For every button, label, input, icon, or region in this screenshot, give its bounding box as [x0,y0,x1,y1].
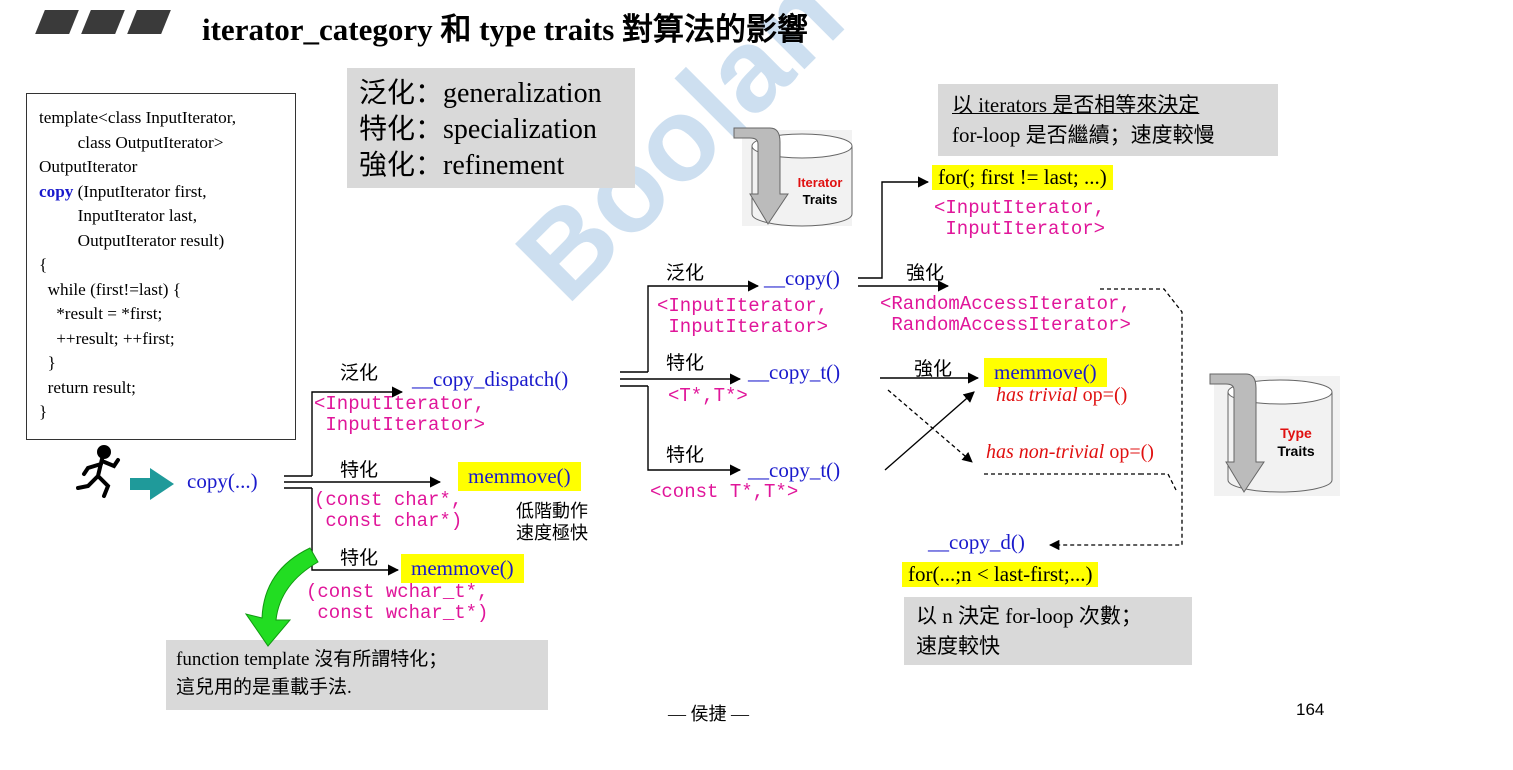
running-man-icon [76,445,174,500]
iterator-traits-label-2: Traits [802,192,838,207]
footer-author: — 侯捷 — [668,704,749,724]
label-specialization: 特化 [340,548,379,569]
type-line: InputIterator> [314,414,486,436]
trivial-op: has trivial op=() [996,384,1127,407]
label-generalization: 泛化 [666,263,705,284]
type-line: const char*) [314,510,463,532]
label-refinement: 強化 [906,263,945,284]
low-level-note: 低階動作 速度極快 [516,500,588,544]
type-line: <InputIterator, [314,393,486,415]
node-memmove-wchar: memmove() [401,554,524,583]
type-line: InputIterator> [657,316,829,338]
node-copy-t-const: __copy_t() [748,458,841,482]
node-copy-inner: __copy() [764,266,840,290]
nontrivial-op: has non-trivial op=() [986,441,1154,464]
wchar-types: (const wchar_t*, const wchar_t*) [306,582,488,624]
nontrivial-prefix: has non-trivial [986,441,1105,463]
node-for-iter: for(; first != last; ...) [932,165,1113,190]
char-types: (const char*, const char*) [314,490,462,532]
label-generalization: 泛化 [340,363,379,384]
label-specialization: 特化 [666,353,705,374]
type-line: InputIterator> [934,218,1106,240]
node-copy-call: copy(...) [187,469,258,493]
label-specialization: 特化 [340,460,379,481]
copy-t-const-types: <const T*,T*> [650,481,799,503]
nontrivial-suffix: op=() [1104,441,1154,463]
label-refinement: 強化 [914,359,953,380]
trivial-suffix: op=() [1077,384,1128,406]
type-line: const wchar_t*) [306,602,489,624]
copy-inner-types: <InputIterator, InputIterator> [657,296,828,338]
node-memmove-trivial: memmove() [984,358,1107,387]
iterator-traits-drum: Iterator Traits [730,124,856,230]
low-level-line-2: 速度極快 [516,523,588,543]
iterator-traits-label-1: Iterator [797,175,843,190]
random-types: <RandomAccessIterator, RandomAccessItera… [880,294,1131,336]
page-number: 164 [1296,700,1325,719]
type-line: (const wchar_t*, [306,581,489,603]
type-traits-label-2: Traits [1277,443,1315,459]
label-specialization: 特化 [666,445,705,466]
for-iter-types: <InputIterator, InputIterator> [934,198,1105,240]
type-line: (const char*, [314,489,463,511]
teal-arrow-icon [130,468,174,500]
copy-t-ptr-types: <T*,T*> [668,385,748,407]
copy-dispatch-types: <InputIterator, InputIterator> [314,394,485,436]
type-traits-label-1: Type [1280,425,1312,441]
low-level-line-1: 低階動作 [516,501,588,521]
node-copy-dispatch: __copy_dispatch() [412,367,569,391]
node-copy-d: __copy_d() [928,530,1025,554]
node-for-n: for(...;n < last-first;...) [902,562,1099,587]
type-line: <InputIterator, [934,197,1106,219]
node-memmove-char: memmove() [458,462,581,491]
type-traits-drum: Type Traits [1208,366,1342,498]
trivial-prefix: has trivial [996,384,1078,406]
type-line: RandomAccessIterator> [880,314,1131,336]
type-line: <RandomAccessIterator, [880,293,1131,315]
type-line: <InputIterator, [657,295,829,317]
node-copy-t-ptr: __copy_t() [748,360,841,384]
